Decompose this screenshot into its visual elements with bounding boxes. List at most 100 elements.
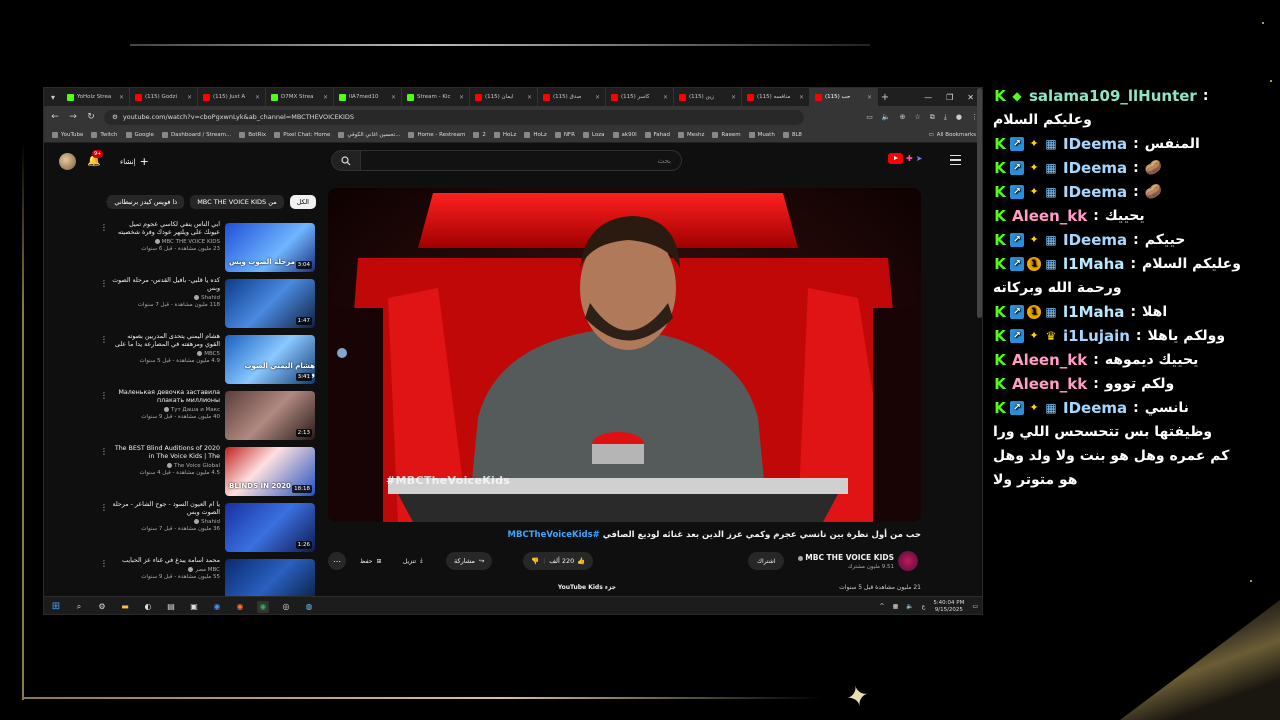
create-button[interactable]: إنشاء + (120, 155, 149, 168)
tab-close-icon[interactable]: ✕ (731, 94, 736, 101)
video-thumbnail[interactable]: BLINDS IN 2020 18:18 (225, 447, 315, 496)
chat-username[interactable]: Aleen_kk (1012, 204, 1087, 228)
more-options-icon[interactable]: ⋮ (100, 279, 108, 288)
minimize-icon[interactable]: — (924, 93, 932, 102)
steam-icon[interactable]: ◍ (303, 601, 315, 613)
recommendation-item[interactable]: 1:47 كده يا قلبي- بأفيل القدس- مرحلة الصو… (94, 277, 316, 332)
recommendation-channel[interactable]: Shahid (112, 519, 220, 525)
save-button[interactable]: ⊞ حفظ (360, 552, 381, 570)
app-icon[interactable]: ▣ (188, 601, 200, 613)
url-field[interactable]: ⚙ youtube.com/watch?v=cboPgxwnLyk&ab_cha… (104, 109, 804, 125)
tab-close-icon[interactable]: ✕ (187, 94, 192, 101)
browser-tab[interactable]: (115) Godzi ✕ (130, 88, 198, 106)
chat-username[interactable]: IDeema (1063, 180, 1127, 204)
channel-name[interactable]: MBC THE VOICE KIDS (790, 553, 894, 562)
obs-icon[interactable]: ◎ (280, 601, 292, 613)
recommendation-item[interactable]: BLINDS IN 2020 18:18 The BEST Blind Auditi… (94, 445, 316, 500)
browser-tab[interactable]: (115) زين ✕ (674, 88, 742, 106)
system-clock[interactable]: 5:40:04 PM 9/15/2025 (933, 600, 964, 614)
search-taskbar-icon[interactable]: ⌕ (73, 601, 85, 613)
bookmark-star-icon[interactable]: ☆ (915, 113, 921, 122)
new-tab-button[interactable]: + (878, 92, 892, 103)
bookmark-item[interactable]: Fahad (644, 132, 670, 138)
tab-close-icon[interactable]: ✕ (799, 94, 804, 101)
reload-icon[interactable]: ↻ (86, 112, 96, 122)
bookmark-item[interactable]: Pixel Chat: Home (274, 132, 330, 138)
recommendation-title[interactable]: The BEST Blind Auditions of 2020 in The … (112, 445, 220, 461)
firefox-icon[interactable]: ◉ (234, 601, 246, 613)
recommendation-title[interactable]: محمد أسامة يبدع في غناء عز الحبايب (112, 557, 220, 565)
video-player[interactable]: #MBCTheVoiceKids (328, 188, 921, 522)
video-hashtag[interactable]: #MBCTheVoiceKids (508, 530, 600, 540)
recommendation-channel[interactable]: Shahid (112, 295, 220, 301)
video-thumbnail[interactable]: 1:47 (225, 279, 315, 328)
chat-scrollbar[interactable] (977, 88, 982, 318)
chat-username[interactable]: IDeema (1063, 396, 1127, 420)
video-thumbnail[interactable]: 1:26 (225, 503, 315, 552)
bookmark-item[interactable]: Google (125, 132, 154, 138)
recommendation-item[interactable]: 1:26 يا أم العيون السود - جوح الشاعر - مر… (94, 501, 316, 556)
more-actions-button[interactable]: ⋯ (328, 552, 346, 570)
tab-close-icon[interactable]: ✕ (459, 94, 464, 101)
filter-chip[interactable]: من MBC THE VOICE KIDS (190, 195, 284, 209)
filter-chip[interactable]: ذا فويس كيدز برنبطاني (107, 195, 185, 209)
more-options-icon[interactable]: ⋮ (100, 447, 108, 456)
bookmark-item[interactable]: 8L8 (782, 132, 802, 138)
chat-username[interactable]: IDeema (1063, 132, 1127, 156)
more-options-icon[interactable]: ⋮ (100, 391, 108, 400)
cast-icon[interactable]: ▭ (866, 113, 873, 122)
channel-avatar[interactable] (898, 551, 918, 571)
bookmark-item[interactable]: YouTube (52, 132, 83, 138)
recommendation-title[interactable]: كده يا قلبي- بأفيل القدس- مرحلة الصوت وب… (112, 277, 220, 293)
video-thumbnail[interactable]: مرحلة الصوت وبس 3:04 (225, 223, 315, 272)
file-explorer-icon[interactable]: ▬ (119, 601, 131, 613)
bookmark-item[interactable]: 2 (473, 132, 486, 138)
browser-tab[interactable]: (115) صدق ✕ (538, 88, 606, 106)
browser-tab[interactable]: D7MX Strea ✕ (266, 88, 334, 106)
recommendation-channel[interactable]: Тут Даша и Макс (112, 407, 220, 413)
volume-icon[interactable]: 🔈 (882, 113, 891, 122)
video-thumbnail[interactable]: هشام اليمني الصوت وبس3:41 (225, 335, 315, 384)
bookmark-item[interactable]: Loza (582, 132, 605, 138)
tab-close-icon[interactable]: ✕ (391, 94, 396, 101)
browser-tab[interactable]: (115) Just A ✕ (198, 88, 266, 106)
notification-center-icon[interactable]: ▭ (972, 603, 978, 610)
recommendation-channel[interactable]: MBC THE VOICE KIDS (112, 239, 220, 245)
chat-username[interactable]: Aleen_kk (1012, 348, 1087, 372)
bookmark-item[interactable]: Home - Restream (408, 132, 465, 138)
bookmark-item[interactable]: NFR (554, 132, 575, 138)
bookmark-item[interactable]: Twitch (91, 132, 118, 138)
chat-username[interactable]: l1Maha (1063, 252, 1124, 276)
tab-close-icon[interactable]: ✕ (595, 94, 600, 101)
browser-tab[interactable]: (115) حب ✕ (810, 88, 878, 106)
browser-tab[interactable]: (115) كاسر ✕ (606, 88, 674, 106)
more-options-icon[interactable]: ⋮ (100, 335, 108, 344)
filter-chip[interactable]: الكل (289, 195, 316, 209)
more-options-icon[interactable]: ⋮ (100, 223, 108, 232)
recommendation-item[interactable]: مرحلة الصوت وبس 3:04 أبي الناس ينفي لكاسي … (94, 221, 316, 276)
download-icon[interactable]: ⤓ (944, 113, 947, 122)
browser-tab[interactable]: (115) ايمان ✕ (470, 88, 538, 106)
tab-close-icon[interactable]: ✕ (255, 94, 260, 101)
recommendation-item[interactable]: هشام اليمني الصوت وبس3:41 هشام اليمني يتح… (94, 333, 316, 388)
profile-icon[interactable]: ● (956, 113, 962, 122)
network-icon[interactable]: ▦ (893, 603, 899, 610)
search-button[interactable] (331, 150, 361, 171)
bookmark-item[interactable]: BotRix (239, 132, 266, 138)
tray-chevron-icon[interactable]: ^ (880, 603, 885, 610)
recommendation-item[interactable]: 2:13 Маленькая девочка заставила плакать … (94, 389, 316, 444)
tab-list-icon[interactable]: ▾ (44, 88, 62, 106)
search-input[interactable] (361, 150, 682, 171)
tab-close-icon[interactable]: ✕ (323, 94, 328, 101)
browser-tab[interactable]: llA7med10 ✕ (334, 88, 402, 106)
dislike-button[interactable]: 👎 (531, 557, 539, 565)
youtube-logo[interactable]: ✚ ➤ (888, 153, 922, 164)
input-language[interactable]: ع (922, 603, 926, 610)
back-icon[interactable]: ← (50, 112, 60, 122)
recommendation-channel[interactable]: The Voice Global (112, 463, 220, 469)
bookmark-item[interactable]: Dashboard / Stream... (161, 132, 231, 138)
browser-tab[interactable]: YoHolz Strea ✕ (62, 88, 130, 106)
download-button[interactable]: ⤓ تنزيل (403, 552, 423, 570)
recommendation-title[interactable]: هشام اليمني يتحدى المدربين بصوته القوي و… (112, 333, 220, 349)
settings-gear-icon[interactable]: ⚙ (96, 601, 108, 613)
